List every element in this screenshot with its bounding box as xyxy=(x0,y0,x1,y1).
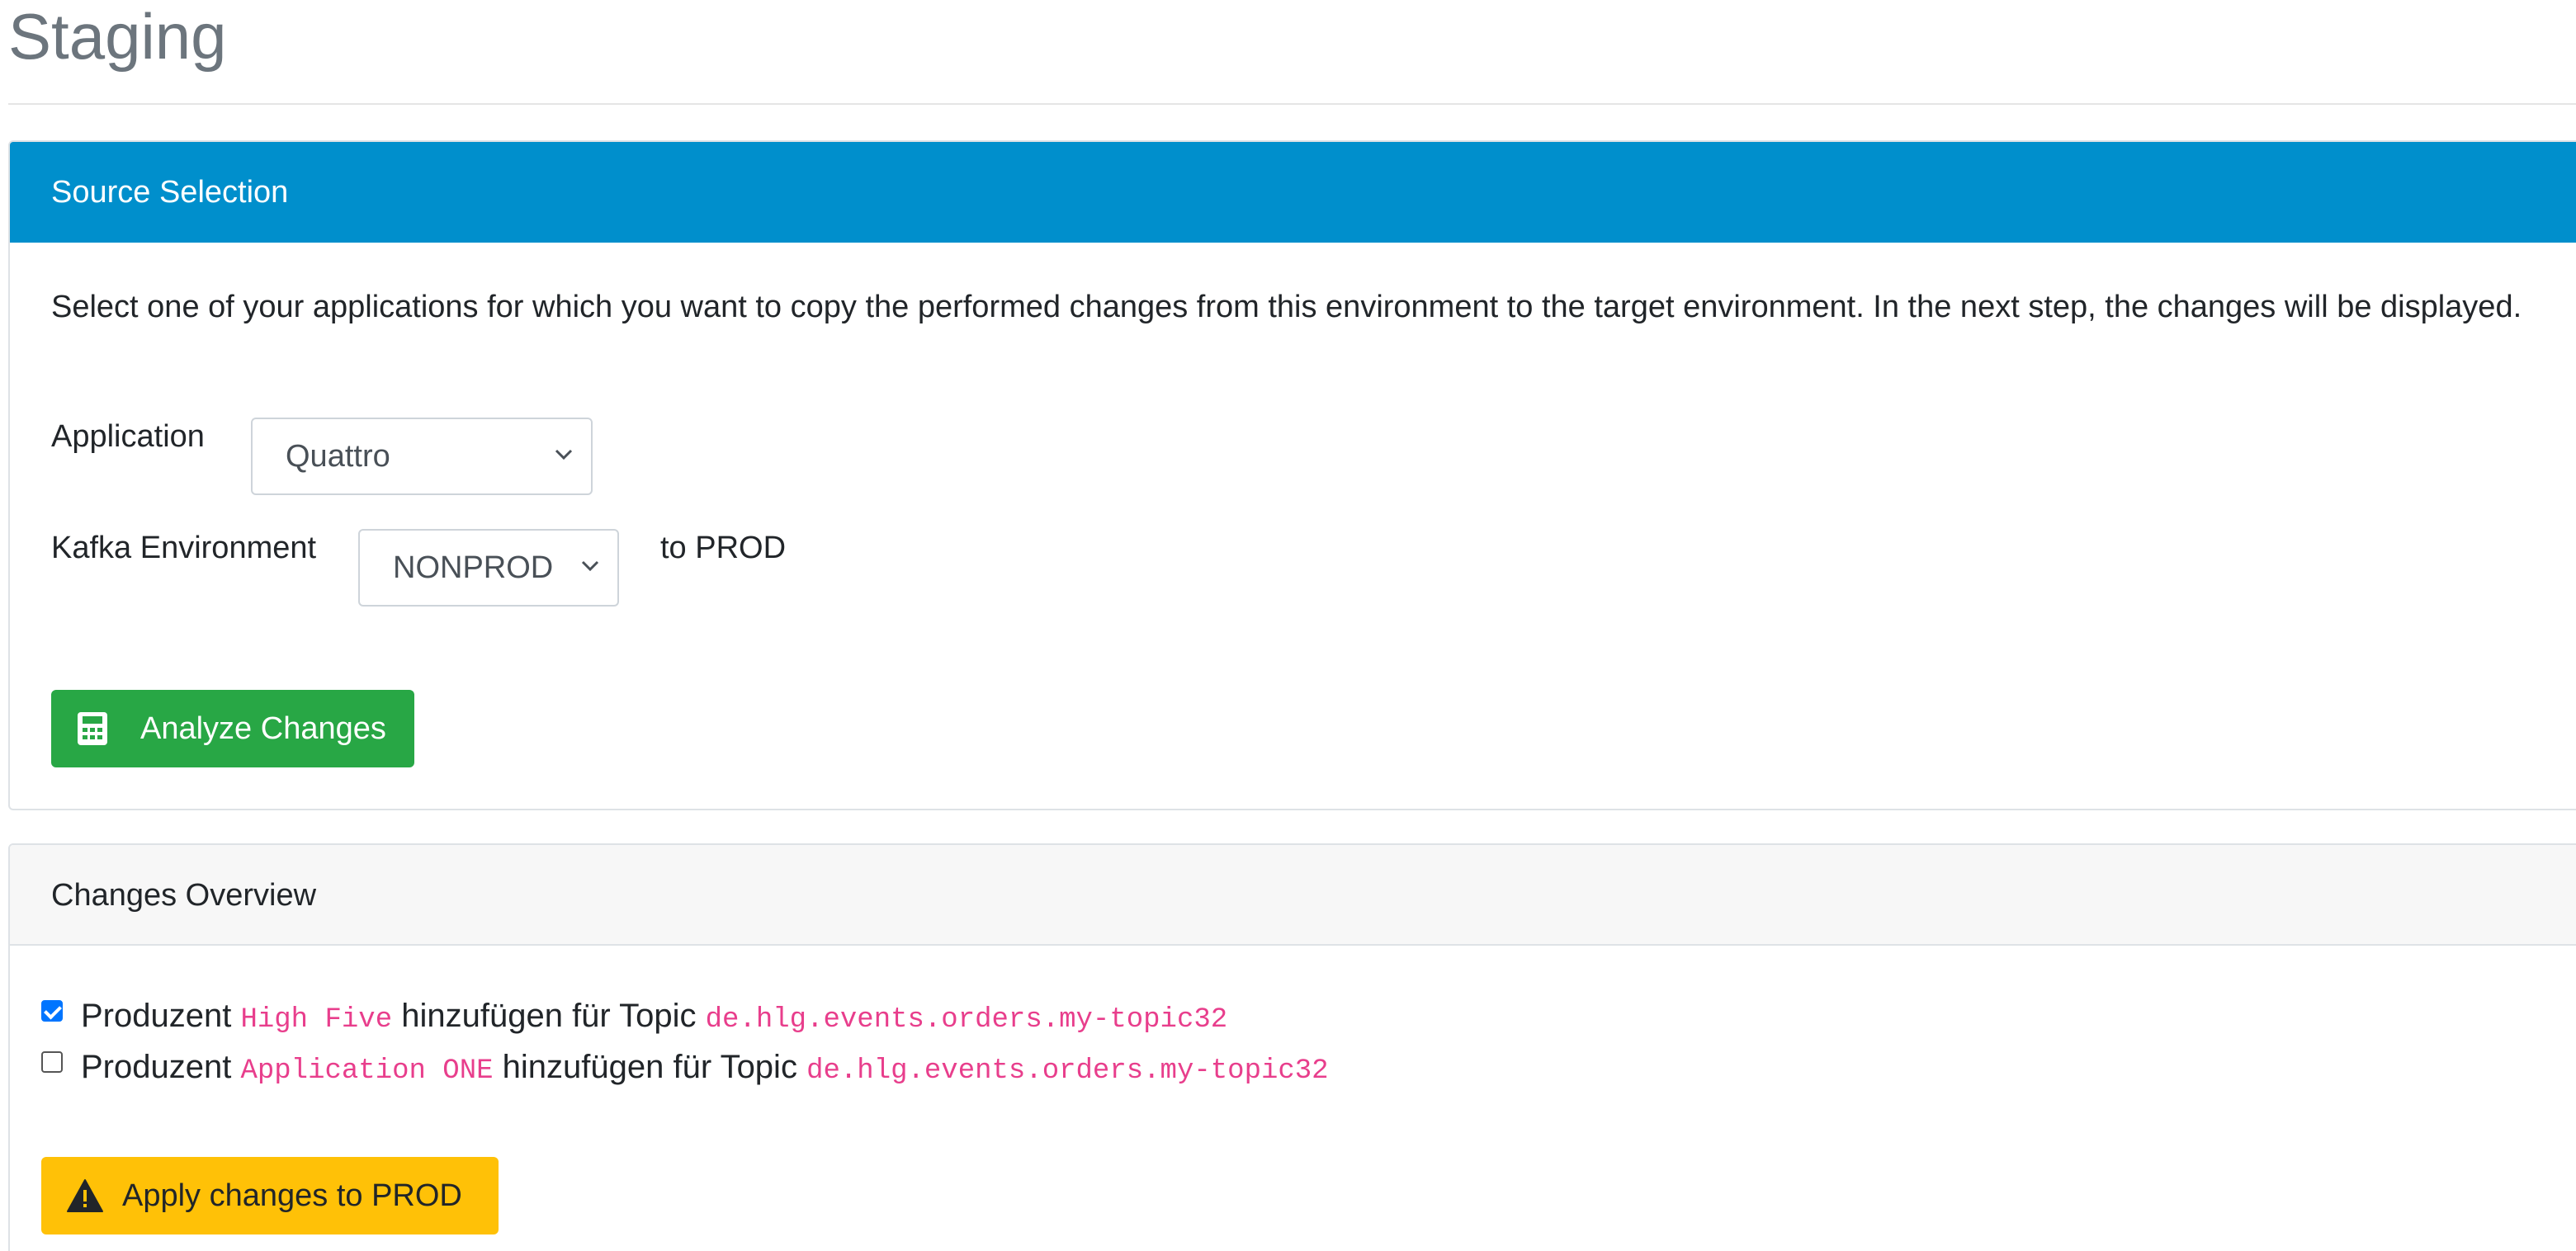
target-environment-text: to PROD xyxy=(660,531,787,565)
chevron-down-icon xyxy=(555,449,573,460)
apply-changes-button[interactable]: Apply changes to PROD xyxy=(41,1157,499,1234)
chevron-down-icon xyxy=(581,560,599,572)
application-label: Application xyxy=(51,419,205,454)
change-item-topic: de.hlg.events.orders.my-topic32 xyxy=(705,1004,1228,1036)
source-selection-card: Source Selection Select one of your appl… xyxy=(8,140,2576,810)
change-item-checkbox[interactable] xyxy=(41,1051,63,1073)
kafka-environment-label: Kafka Environment xyxy=(51,531,317,565)
changes-overview-header: Changes Overview xyxy=(10,845,2576,946)
source-selection-header: Source Selection xyxy=(10,142,2576,243)
change-item-middle: hinzufügen für Topic xyxy=(502,1049,797,1085)
warning-triangle-icon xyxy=(67,1179,103,1212)
apply-changes-label: Apply changes to PROD xyxy=(122,1178,462,1213)
change-item-prefix: Produzent xyxy=(81,998,232,1034)
staging-page: Staging Source Selection Select one of y… xyxy=(0,0,2576,1251)
change-item-topic: de.hlg.events.orders.my-topic32 xyxy=(806,1055,1329,1087)
change-item-checkbox[interactable] xyxy=(41,1000,63,1022)
change-item: Produzent Application ONE hinzufügen für… xyxy=(41,1044,1329,1090)
change-item: Produzent High Five hinzufügen für Topic… xyxy=(41,993,1227,1039)
analyze-changes-label: Analyze Changes xyxy=(140,711,386,746)
change-item-application: High Five xyxy=(240,1004,393,1036)
calculator-icon xyxy=(78,712,107,745)
change-item-middle: hinzufügen für Topic xyxy=(401,998,697,1034)
application-select-value: Quattro xyxy=(286,439,390,474)
source-selection-description: Select one of your applications for whic… xyxy=(51,290,2522,324)
application-select[interactable]: Quattro xyxy=(251,418,593,495)
change-item-application: Application ONE xyxy=(240,1055,494,1087)
kafka-environment-select[interactable]: NONPROD xyxy=(358,529,619,607)
kafka-environment-select-value: NONPROD xyxy=(393,550,554,585)
title-divider xyxy=(8,103,2576,105)
page-title: Staging xyxy=(8,0,227,73)
change-item-prefix: Produzent xyxy=(81,1049,232,1085)
analyze-changes-button[interactable]: Analyze Changes xyxy=(51,690,414,767)
